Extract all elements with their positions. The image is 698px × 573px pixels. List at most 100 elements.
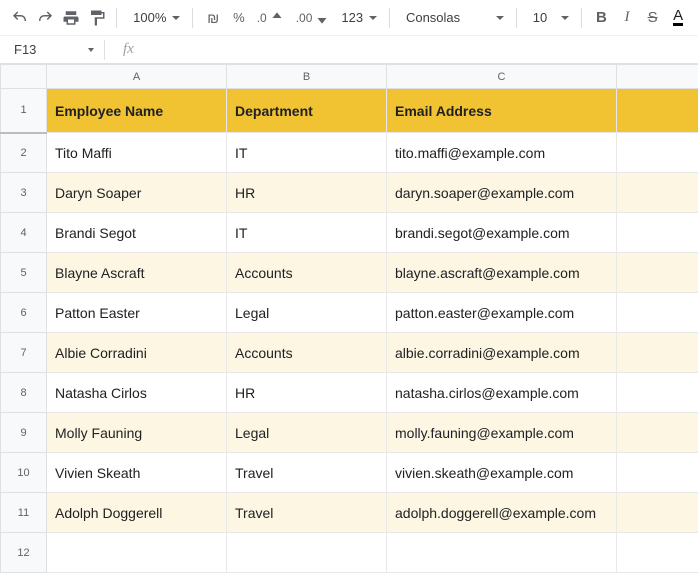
row-header[interactable]: 7 [1, 333, 47, 373]
table-row: 7Albie CorradiniAccountsalbie.corradini@… [1, 333, 698, 373]
row-header[interactable]: 12 [1, 533, 47, 573]
column-header[interactable]: C [387, 65, 617, 89]
bold-button[interactable]: B [590, 5, 614, 31]
cell[interactable] [617, 413, 698, 453]
currency-button[interactable]: ₪ [201, 5, 225, 31]
cell[interactable] [617, 453, 698, 493]
table-row: 12 [1, 533, 698, 573]
column-header[interactable]: A [47, 65, 227, 89]
cell[interactable]: blayne.ascraft@example.com [387, 253, 617, 293]
row-header[interactable]: 4 [1, 213, 47, 253]
cell[interactable]: Blayne Ascraft [47, 253, 227, 293]
cell[interactable] [47, 533, 227, 573]
decrease-decimal-button[interactable]: .0 [253, 5, 290, 31]
cell[interactable] [617, 373, 698, 413]
cell[interactable]: adolph.doggerell@example.com [387, 493, 617, 533]
text-color-button[interactable]: A [666, 5, 690, 31]
cell[interactable]: Accounts [227, 333, 387, 373]
cell[interactable]: Accounts [227, 253, 387, 293]
formula-bar-row: F13 fx [0, 36, 698, 64]
table-row: 10Vivien SkeathTravelvivien.skeath@examp… [1, 453, 698, 493]
cell[interactable]: albie.corradini@example.com [387, 333, 617, 373]
cell[interactable]: Molly Fauning [47, 413, 227, 453]
cell[interactable]: Natasha Cirlos [47, 373, 227, 413]
row-header[interactable]: 2 [1, 133, 47, 173]
cell[interactable]: Patton Easter [47, 293, 227, 333]
paint-format-button[interactable] [85, 5, 109, 31]
cell[interactable]: Tito Maffi [47, 133, 227, 173]
cell[interactable]: Legal [227, 413, 387, 453]
zoom-value: 100% [133, 10, 166, 25]
undo-button[interactable] [8, 5, 32, 31]
increase-decimal-button[interactable]: .00 [292, 5, 336, 31]
cell[interactable]: natasha.cirlos@example.com [387, 373, 617, 413]
row-header[interactable]: 11 [1, 493, 47, 533]
cell[interactable]: vivien.skeath@example.com [387, 453, 617, 493]
chevron-down-icon [561, 16, 569, 20]
chevron-down-icon [369, 16, 377, 20]
cell[interactable] [617, 89, 698, 133]
cell[interactable] [617, 213, 698, 253]
table-row: 3Daryn SoaperHRdaryn.soaper@example.com [1, 173, 698, 213]
row-header[interactable]: 8 [1, 373, 47, 413]
cell[interactable]: Employee Name [47, 89, 227, 133]
name-box[interactable]: F13 [6, 38, 100, 62]
text-color-glyph: A [673, 9, 683, 26]
cell[interactable]: Daryn Soaper [47, 173, 227, 213]
cell[interactable]: Adolph Doggerell [47, 493, 227, 533]
column-header-row: A B C [1, 65, 698, 89]
font-size-dropdown[interactable]: 10 [525, 5, 573, 31]
cell[interactable]: HR [227, 173, 387, 213]
row-header[interactable]: 6 [1, 293, 47, 333]
cell[interactable]: Email Address [387, 89, 617, 133]
cell[interactable]: Brandi Segot [47, 213, 227, 253]
print-button[interactable] [59, 5, 83, 31]
select-all-corner[interactable] [1, 65, 47, 89]
font-dropdown[interactable]: Consolas [398, 5, 508, 31]
cell[interactable]: patton.easter@example.com [387, 293, 617, 333]
cell[interactable] [617, 253, 698, 293]
font-name: Consolas [406, 10, 460, 25]
cell[interactable]: brandi.segot@example.com [387, 213, 617, 253]
column-header[interactable]: B [227, 65, 387, 89]
cell[interactable] [617, 133, 698, 173]
row-header[interactable]: 3 [1, 173, 47, 213]
row-header[interactable]: 5 [1, 253, 47, 293]
cell[interactable]: Travel [227, 493, 387, 533]
strikethrough-button[interactable]: S [641, 5, 665, 31]
cell[interactable] [617, 173, 698, 213]
cell[interactable]: tito.maffi@example.com [387, 133, 617, 173]
row-header[interactable]: 9 [1, 413, 47, 453]
zoom-dropdown[interactable]: 100% [125, 5, 184, 31]
chevron-down-icon [88, 48, 94, 52]
cell[interactable]: IT [227, 133, 387, 173]
column-header[interactable] [617, 65, 698, 89]
fx-icon: fx [123, 41, 134, 58]
separator [104, 40, 105, 60]
cell-reference: F13 [14, 42, 36, 57]
number-format-dropdown[interactable]: 123 [337, 5, 381, 31]
cell[interactable] [227, 533, 387, 573]
percent-button[interactable]: % [227, 5, 251, 31]
cell[interactable]: Travel [227, 453, 387, 493]
cell[interactable]: IT [227, 213, 387, 253]
cell[interactable]: daryn.soaper@example.com [387, 173, 617, 213]
cell[interactable]: molly.fauning@example.com [387, 413, 617, 453]
formula-input[interactable] [134, 36, 698, 63]
cell[interactable] [617, 493, 698, 533]
cell[interactable]: Albie Corradini [47, 333, 227, 373]
italic-button[interactable]: I [615, 5, 639, 31]
cell[interactable] [387, 533, 617, 573]
cell[interactable] [617, 533, 698, 573]
row-header[interactable]: 10 [1, 453, 47, 493]
cell[interactable]: HR [227, 373, 387, 413]
redo-button[interactable] [34, 5, 58, 31]
cell[interactable]: Vivien Skeath [47, 453, 227, 493]
separator [516, 8, 517, 28]
separator [389, 8, 390, 28]
cell[interactable] [617, 293, 698, 333]
cell[interactable] [617, 333, 698, 373]
row-header[interactable]: 1 [1, 89, 47, 133]
cell[interactable]: Legal [227, 293, 387, 333]
cell[interactable]: Department [227, 89, 387, 133]
